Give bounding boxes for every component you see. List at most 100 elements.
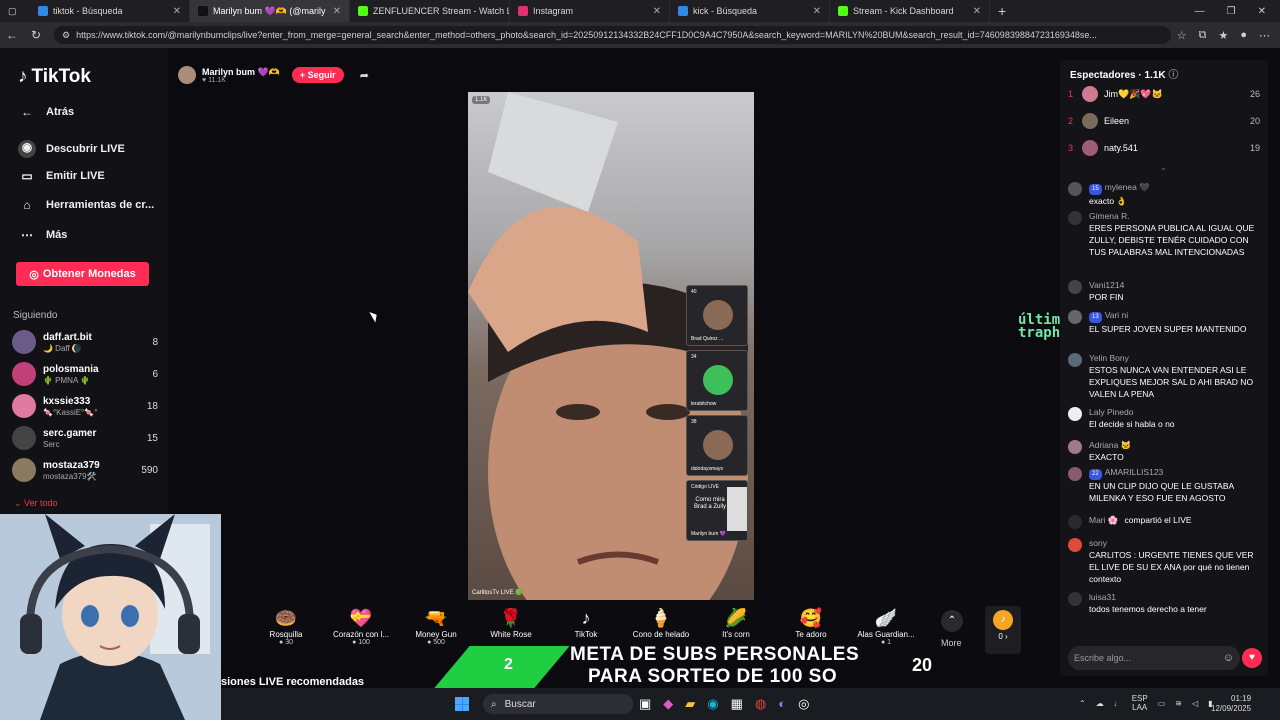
chat-author[interactable]: Mari 🌸 compartió el LIVE (1089, 515, 1260, 526)
language-indicator[interactable]: ESP LAA (1132, 694, 1148, 712)
chat-author[interactable]: Vani1214 (1089, 280, 1260, 291)
avatar[interactable] (1068, 353, 1082, 367)
mic-icon[interactable]: ♩ (1114, 699, 1122, 708)
store-icon[interactable]: ▦ (731, 696, 743, 712)
new-tab-icon[interactable]: + (990, 3, 1014, 19)
chat-author[interactable]: 15 mylenea 🖤 (1089, 182, 1260, 195)
host-avatar[interactable] (178, 66, 196, 84)
live-video[interactable]: 1.1K 40 Brad Quiroz ... 34 lerabitchow 38 dal… (468, 92, 754, 600)
close-tab-icon[interactable]: ✕ (813, 6, 821, 17)
obs-icon[interactable]: ◎ (798, 696, 809, 712)
avatar[interactable] (1068, 280, 1082, 294)
task-view-icon[interactable]: ▣ (639, 696, 651, 712)
chat-author[interactable]: Laly Pinedo (1089, 407, 1260, 418)
browser-tab[interactable]: tiktok - Búsqueda ✕ (30, 0, 190, 22)
nav-discover-live[interactable]: ◉ Descubrir LIVE (18, 140, 125, 158)
site-info-icon[interactable]: ⚙ (62, 30, 70, 41)
like-heart-button[interactable]: ♥ (1242, 648, 1262, 668)
guest-tile[interactable]: 38 dalodaysmays (686, 415, 748, 476)
share-icon[interactable]: ➦ (360, 69, 369, 82)
tab-list-icon[interactable]: ▢ (8, 6, 17, 17)
guest-tile[interactable]: Código LIVE Como mira Brad a Zully Marilyn… (686, 480, 748, 541)
following-item[interactable]: mostaza379 mostaza379🛠️ 590 (12, 456, 158, 484)
top-viewer[interactable]: 1 Jim💛🎉💖🐱 26 (1068, 84, 1260, 104)
avatar[interactable] (1068, 310, 1082, 324)
chrome-icon[interactable]: ◍ (755, 696, 766, 712)
minimize-icon[interactable]: — (1195, 6, 1205, 17)
see-all-link[interactable]: ⌄ Ver todo (14, 498, 58, 509)
gift-item[interactable]: ♪ TikTok (556, 608, 616, 639)
gift-item[interactable]: 🍩 Rosquilla ● 30 (256, 608, 316, 646)
back-link[interactable]: ← Atrás (18, 105, 74, 119)
avatar[interactable] (1068, 440, 1082, 454)
discord-icon[interactable]: ◐ (778, 696, 786, 712)
monitor-icon[interactable]: ▭ (1158, 699, 1166, 708)
host-name[interactable]: Marilyn bum 💜🫶 (202, 67, 280, 77)
file-explorer-icon[interactable]: ▰ (685, 696, 695, 712)
gift-item[interactable]: 🍦 Cono de helado (631, 608, 691, 639)
reload-icon[interactable]: ↻ (24, 28, 48, 42)
avatar[interactable] (1068, 515, 1082, 529)
system-clock[interactable]: 01:19 12/09/2025 (1211, 694, 1251, 714)
gift-item[interactable]: 🌹 White Rose (481, 608, 541, 639)
network-icon[interactable]: ☁ (1096, 699, 1104, 708)
top-viewer[interactable]: 2 Eileen 20 (1068, 111, 1260, 131)
expand-gifts-button[interactable]: ⌃ (941, 610, 963, 632)
browser-tab[interactable]: Instagram ✕ (510, 0, 670, 22)
following-item[interactable]: polosmania 🌵 PMNA 🌵 6 (12, 360, 158, 388)
tiktok-logo[interactable]: ♪ TikTok (18, 66, 91, 88)
chat-author[interactable]: sony (1089, 538, 1260, 549)
guest-tile[interactable]: 34 lerabitchow (686, 350, 748, 411)
chat-input[interactable]: Escribe algo... ☺ (1068, 646, 1240, 670)
windows-start-icon[interactable] (455, 697, 469, 711)
avatar[interactable] (1068, 211, 1082, 225)
browser-tab[interactable]: Stream - Kick Dashboard ✕ (830, 0, 990, 22)
back-icon[interactable]: ← (0, 28, 24, 42)
follow-button[interactable]: + Seguir (291, 67, 344, 83)
close-tab-icon[interactable]: ✕ (973, 6, 981, 17)
gift-item[interactable]: 💝 Corazón con l... ● 100 (331, 608, 391, 646)
browser-tab[interactable]: ZENFLUENCER Stream - Watch L✕ (350, 0, 510, 22)
browser-tab[interactable]: Marilyn bum 💜🫶 (@marily ✕ (190, 0, 350, 22)
chat-author[interactable]: Gimena R. (1089, 211, 1260, 222)
close-tab-icon[interactable]: ✕ (653, 6, 661, 17)
chat-author[interactable]: 13 Vari ni (1089, 310, 1260, 323)
edge-icon[interactable]: ◉ (707, 696, 718, 712)
close-window-icon[interactable]: ✕ (1258, 6, 1266, 17)
coin-balance[interactable]: ♪ 0 › (985, 606, 1021, 654)
menu-icon[interactable]: ⋯ (1259, 29, 1270, 42)
chat-author[interactable]: luisa31 (1089, 592, 1260, 603)
chat-author[interactable]: Adriana 🐱 (1089, 440, 1260, 451)
favorites-icon[interactable]: ★ (1218, 29, 1228, 42)
chat-author[interactable]: Yelin Bony (1089, 353, 1260, 364)
avatar[interactable] (1068, 592, 1082, 606)
profile-icon[interactable]: ● (1240, 29, 1247, 42)
chat-author[interactable]: 22 AMARILLIS123 (1089, 467, 1260, 480)
browser-tab[interactable]: kick - Búsqueda ✕ (670, 0, 830, 22)
taskbar-search[interactable]: ⌕ Buscar (483, 694, 633, 714)
emoji-icon[interactable]: ☺ (1223, 652, 1234, 664)
guest-tile[interactable]: 40 Brad Quiroz ... (686, 285, 748, 346)
url-field[interactable]: ⚙ https://www.tiktok.com/@marilynbumclip… (54, 26, 1171, 44)
avatar[interactable] (1068, 182, 1082, 196)
gift-item[interactable]: 🥰 Te adoro (781, 608, 841, 639)
avatar[interactable] (1068, 407, 1082, 421)
close-tab-icon[interactable]: ✕ (333, 6, 341, 17)
get-coins-button[interactable]: ◎ Obtener Monedas (16, 262, 149, 286)
volume-icon[interactable]: ◁ (1192, 699, 1198, 708)
following-item[interactable]: serc.gamer Serc 15 (12, 424, 158, 452)
following-item[interactable]: kxssie333 🍬°KassiE°🍬° 18 (12, 392, 158, 420)
info-icon[interactable]: ⓘ (1168, 70, 1178, 81)
restore-icon[interactable]: ❐ (1227, 6, 1236, 17)
avatar[interactable] (1068, 538, 1082, 552)
app-color-icon[interactable]: ◆ (663, 696, 673, 712)
avatar[interactable] (1068, 467, 1082, 481)
nav-more[interactable]: ⋯ Más (18, 228, 67, 242)
gift-item[interactable]: 🌽 It's corn (706, 608, 766, 639)
tray-chevron-icon[interactable]: ⌃ (1079, 699, 1086, 708)
nav-go-live[interactable]: ▭ Emitir LIVE (18, 169, 104, 183)
collapse-chevron-icon[interactable]: ⌄ (1160, 163, 1167, 172)
close-tab-icon[interactable]: ✕ (173, 6, 181, 17)
nav-creator-tools[interactable]: ⌂ Herramientas de cr... (18, 198, 154, 212)
extensions-icon[interactable]: ⧉ (1199, 29, 1207, 42)
